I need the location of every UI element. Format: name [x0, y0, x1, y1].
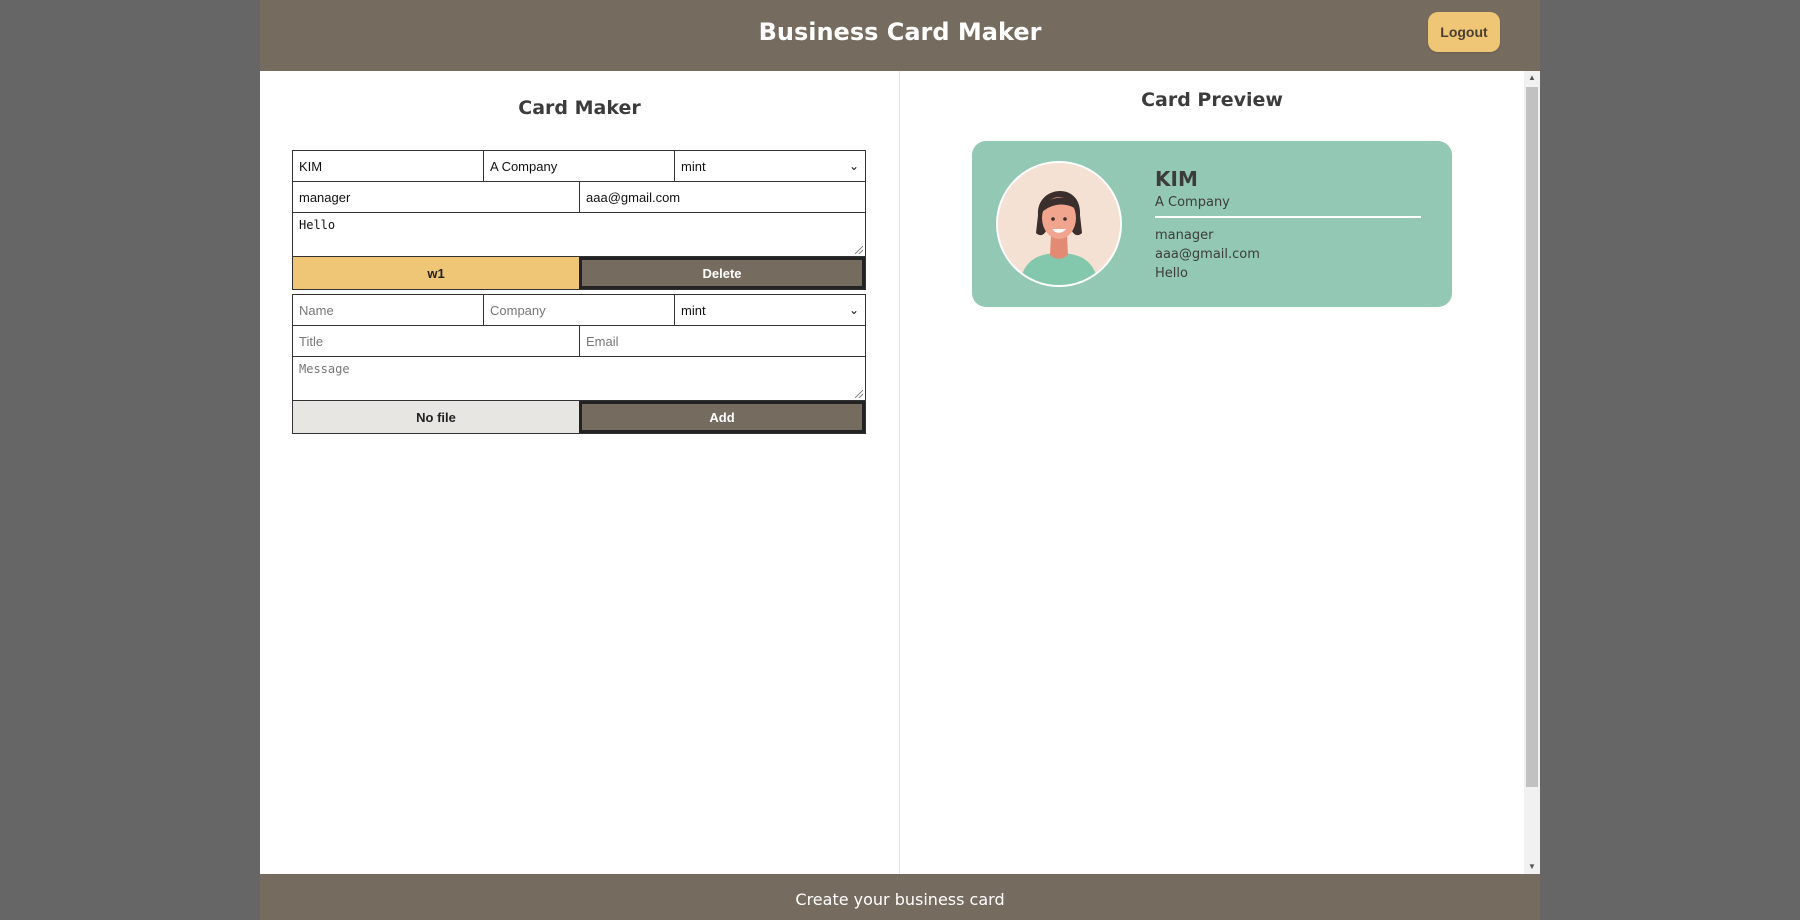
card-preview-title: Card Preview	[1141, 89, 1283, 111]
chevron-down-icon: ⌄	[848, 159, 859, 173]
page-title: Business Card Maker	[758, 18, 1042, 46]
card-name: KIM	[1155, 167, 1198, 191]
form-row: Name Company mint ⌄	[293, 295, 865, 326]
card-maker-title: Card Maker	[518, 97, 641, 119]
message-textarea[interactable]: Hello	[293, 213, 865, 257]
form-row: manager aaa@gmail.com	[293, 182, 865, 213]
resize-grip-icon[interactable]	[855, 390, 863, 398]
scroll-up-icon[interactable]: ▲	[1524, 71, 1540, 85]
company-input[interactable]: A Company	[484, 151, 675, 181]
woman-avatar-icon	[996, 161, 1122, 287]
file-upload-button[interactable]: No file	[293, 401, 579, 433]
form-buttons: w1 Delete	[293, 257, 865, 289]
company-input[interactable]: Company	[484, 295, 675, 325]
card-company: A Company	[1155, 195, 1230, 210]
chevron-down-icon: ⌄	[848, 303, 859, 317]
email-input[interactable]: Email	[580, 326, 865, 356]
form-buttons: No file Add	[293, 401, 865, 433]
footer-text: Create your business card	[795, 890, 1005, 909]
file-upload-button[interactable]: w1	[293, 257, 579, 289]
card-title: manager	[1155, 228, 1214, 243]
card-message: Hello	[1155, 266, 1188, 281]
theme-select-value: mint	[681, 158, 706, 174]
name-input[interactable]: KIM	[293, 151, 484, 181]
email-input[interactable]: aaa@gmail.com	[580, 182, 865, 212]
name-input[interactable]: Name	[293, 295, 484, 325]
add-button[interactable]: Add	[579, 401, 865, 433]
theme-select[interactable]: mint ⌄	[675, 151, 865, 181]
message-placeholder: Message	[299, 362, 350, 376]
footer: Create your business card	[260, 874, 1540, 920]
logout-button[interactable]: Logout	[1428, 12, 1500, 52]
theme-select-value: mint	[681, 302, 706, 318]
app-container: Business Card Maker Logout Card Maker KI…	[260, 0, 1540, 920]
form-row: KIM A Company mint ⌄	[293, 151, 865, 182]
card-maker-panel: Card Maker KIM A Company mint ⌄ manager …	[260, 71, 900, 874]
vertical-scrollbar[interactable]: ▲ ▼	[1524, 71, 1540, 874]
delete-button[interactable]: Delete	[579, 257, 865, 289]
title-input[interactable]: manager	[293, 182, 580, 212]
scrollbar-thumb[interactable]	[1526, 87, 1538, 787]
message-text: Hello	[299, 218, 336, 232]
scroll-down-icon[interactable]: ▼	[1524, 860, 1540, 874]
theme-select[interactable]: mint ⌄	[675, 295, 865, 325]
card-email: aaa@gmail.com	[1155, 247, 1260, 262]
form-row: Title Email	[293, 326, 865, 357]
card-preview-panel: Card Preview KIM A Company manager aaa@g…	[900, 71, 1524, 874]
business-card: KIM A Company manager aaa@gmail.com Hell…	[972, 141, 1452, 307]
resize-grip-icon[interactable]	[855, 246, 863, 254]
card-divider	[1155, 216, 1421, 218]
card-add-form: Name Company mint ⌄ Title Email Message …	[292, 294, 866, 434]
header: Business Card Maker Logout	[260, 0, 1540, 71]
title-input[interactable]: Title	[293, 326, 580, 356]
message-textarea[interactable]: Message	[293, 357, 865, 401]
card-edit-form: KIM A Company mint ⌄ manager aaa@gmail.c…	[292, 150, 866, 290]
